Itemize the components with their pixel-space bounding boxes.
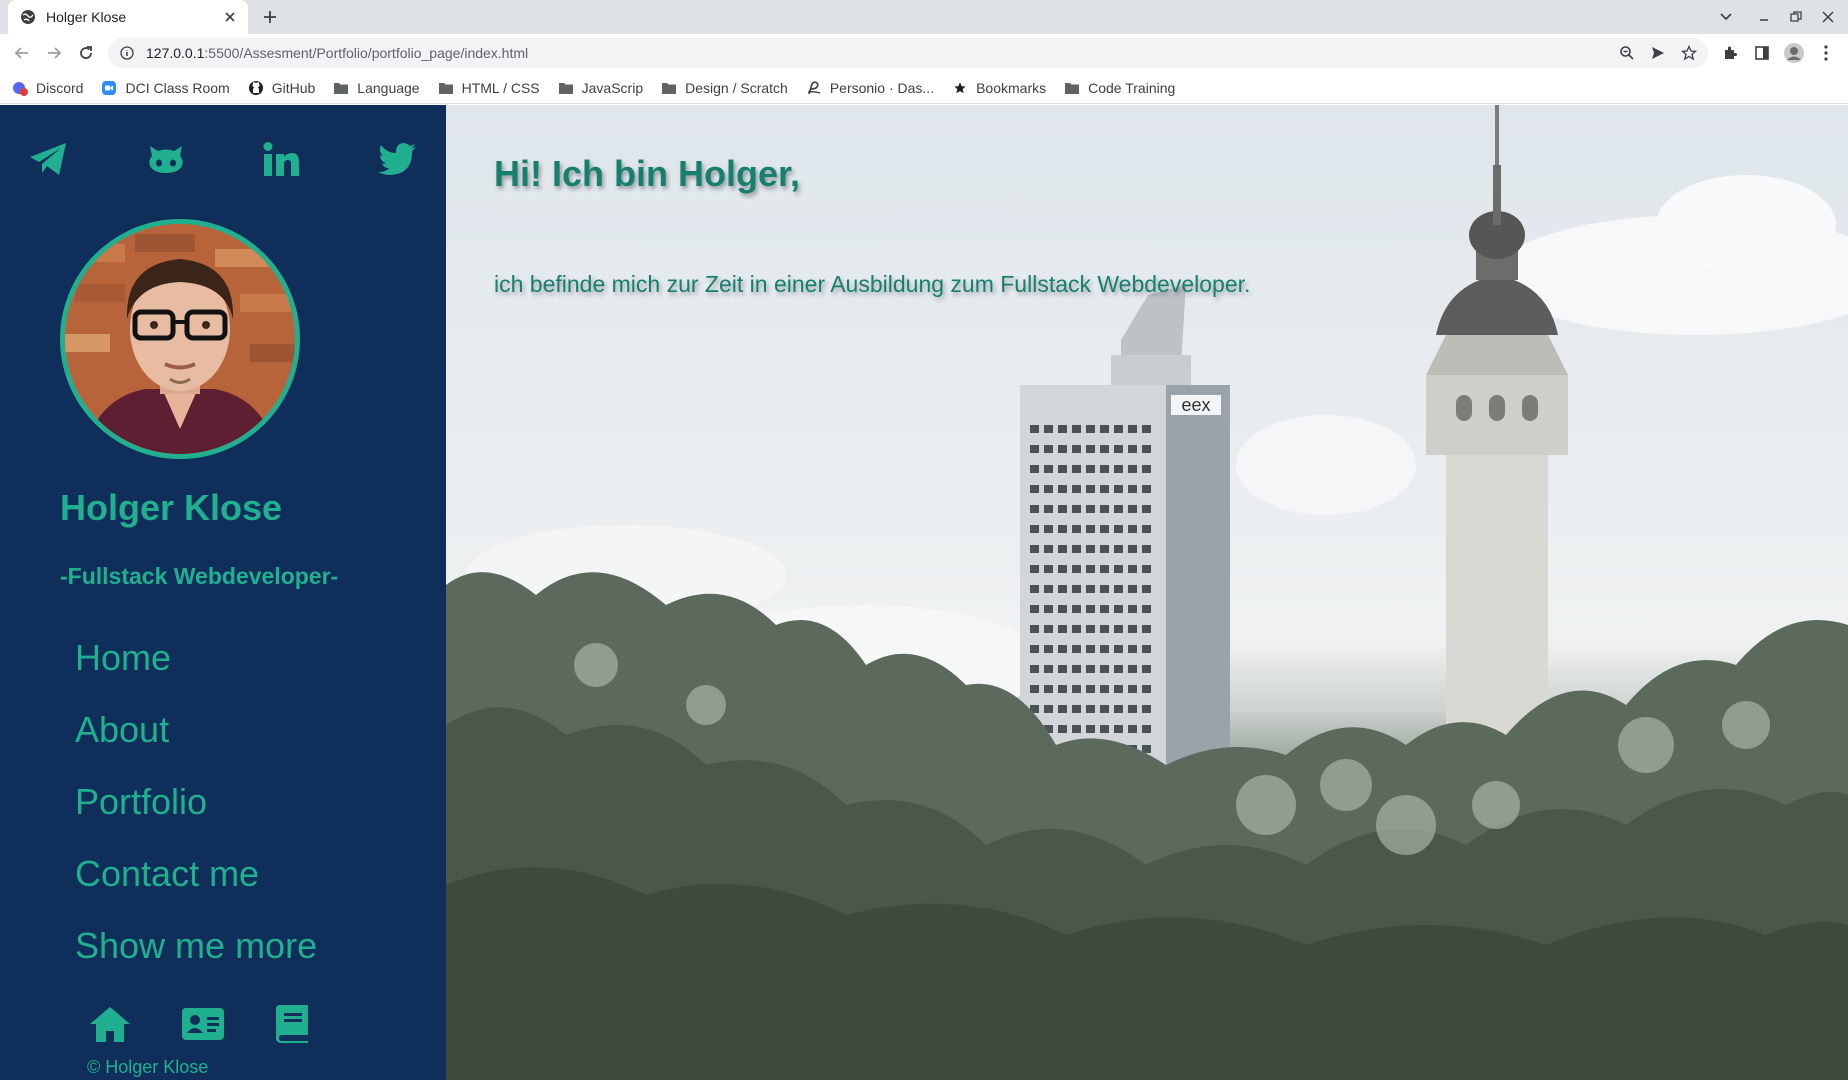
bookmark-folder-code-training[interactable]: Code Training [1064,80,1175,96]
bookmark-label: Personio · Das... [829,79,935,96]
bookmark-label: HTML / CSS [461,79,540,96]
side-panel-icon[interactable] [1752,43,1772,63]
tab-title: Holger Klose [46,9,127,25]
home-icon[interactable] [88,1003,132,1045]
bookmark-label: DCI Class Room [125,79,230,96]
nav-link-contact[interactable]: Contact me [75,847,317,919]
profile-role: -Fullstack Webdeveloper- [60,563,339,589]
bookmark-label: Discord [36,79,84,96]
sidebar: Holger Klose -Fullstack Webdeveloper- Ho… [0,105,446,1080]
nav-link-portfolio[interactable]: Portfolio [75,775,317,847]
hero-text: ich befinde mich zur Zeit in einer Ausbi… [494,271,1251,297]
svg-text:eex: eex [1181,395,1210,415]
restore-icon[interactable] [1786,7,1806,27]
bookmark-dci-class-room[interactable]: DCI Class Room [101,79,230,96]
url-host: 127.0.0.1 [146,45,205,61]
twitter-icon[interactable] [375,137,419,181]
discord-icon [12,80,28,96]
nav-link-about[interactable]: About [75,703,317,775]
book-icon[interactable] [270,1003,314,1045]
copyright: © Holger Klose [87,1057,209,1077]
reload-icon[interactable] [74,41,98,65]
extensions-icon[interactable] [1720,43,1740,63]
zoom-lens-icon[interactable] [1618,44,1636,62]
bookmark-label: Code Training [1088,79,1176,96]
bookmark-label: GitHub [271,79,316,96]
info-icon[interactable] [120,46,134,60]
hero-section: eex Hi! Ich bin Holger, ich befinde mich… [446,105,1848,1080]
star-icon[interactable] [1680,44,1698,62]
hero-title: Hi! Ich bin Holger, [494,153,801,194]
city-background-image: eex [446,105,1848,1080]
minimize-icon[interactable] [1754,7,1774,27]
browser-toolbar: 127.0.0.1:5500/Assesment/Portfolio/portf… [0,34,1848,72]
address-bar[interactable]: 127.0.0.1:5500/Assesment/Portfolio/portf… [108,38,1708,68]
bookmark-folder-html-css[interactable]: HTML / CSS [438,80,540,96]
bookmark-label: Design / Scratch [685,79,788,96]
linkedin-icon[interactable] [259,137,303,181]
bookmark-folder-design-scratch[interactable]: Design / Scratch [661,80,788,96]
bookmark-github[interactable]: GitHub [248,79,316,96]
personio-icon [806,80,822,96]
page-viewport: Holger Klose -Fullstack Webdeveloper- Ho… [0,105,1848,1080]
folder-icon [333,80,349,96]
url-path: :5500/Assesment/Portfolio/portfolio_page… [204,45,529,61]
globe-icon [20,9,36,25]
star-icon [952,80,968,96]
profile-avatar-icon[interactable] [1784,43,1804,63]
close-tab-icon[interactable] [222,9,238,25]
folder-icon [438,80,454,96]
back-icon[interactable] [10,41,34,65]
kebab-menu-icon[interactable] [1816,43,1836,63]
folder-icon [1064,80,1080,96]
contact-card-icon[interactable] [181,1003,225,1045]
bookmarks-bar: Discord DCI Class Room GitHub Language H… [0,72,1848,104]
bookmark-personio[interactable]: Personio · Das... [806,80,934,96]
bookmark-folder-language[interactable]: Language [333,79,420,96]
bookmark-discord[interactable]: Discord [12,80,83,96]
tab-strip: Holger Klose [0,0,1848,34]
github-icon[interactable] [144,137,188,181]
nav-link-show-more[interactable]: Show me more [75,919,317,991]
url-text: 127.0.0.1:5500/Assesment/Portfolio/portf… [146,45,528,61]
close-window-icon[interactable] [1818,7,1838,27]
bookmark-label: Bookmarks [976,79,1047,96]
forward-icon[interactable] [42,41,66,65]
avatar [60,219,300,459]
nav-link-home[interactable]: Home [75,631,317,703]
bookmark-label: JavaScrip [581,79,644,96]
new-tab-icon[interactable] [258,7,282,27]
bookmark-label: Language [357,79,420,96]
bookmark-bookmarks[interactable]: Bookmarks [952,80,1046,96]
browser-tab[interactable]: Holger Klose [8,0,248,34]
bookmark-folder-javascrip[interactable]: JavaScrip [558,80,643,96]
profile-name: Holger Klose [60,487,283,528]
main-nav: Home About Portfolio Contact me Show me … [75,631,317,991]
folder-icon [558,80,574,96]
github-icon [248,80,264,96]
telegram-icon[interactable] [26,137,70,181]
send-icon[interactable] [1649,44,1667,62]
chevron-down-icon[interactable] [1716,7,1736,27]
folder-icon [661,80,677,96]
zoom-icon [101,80,117,96]
